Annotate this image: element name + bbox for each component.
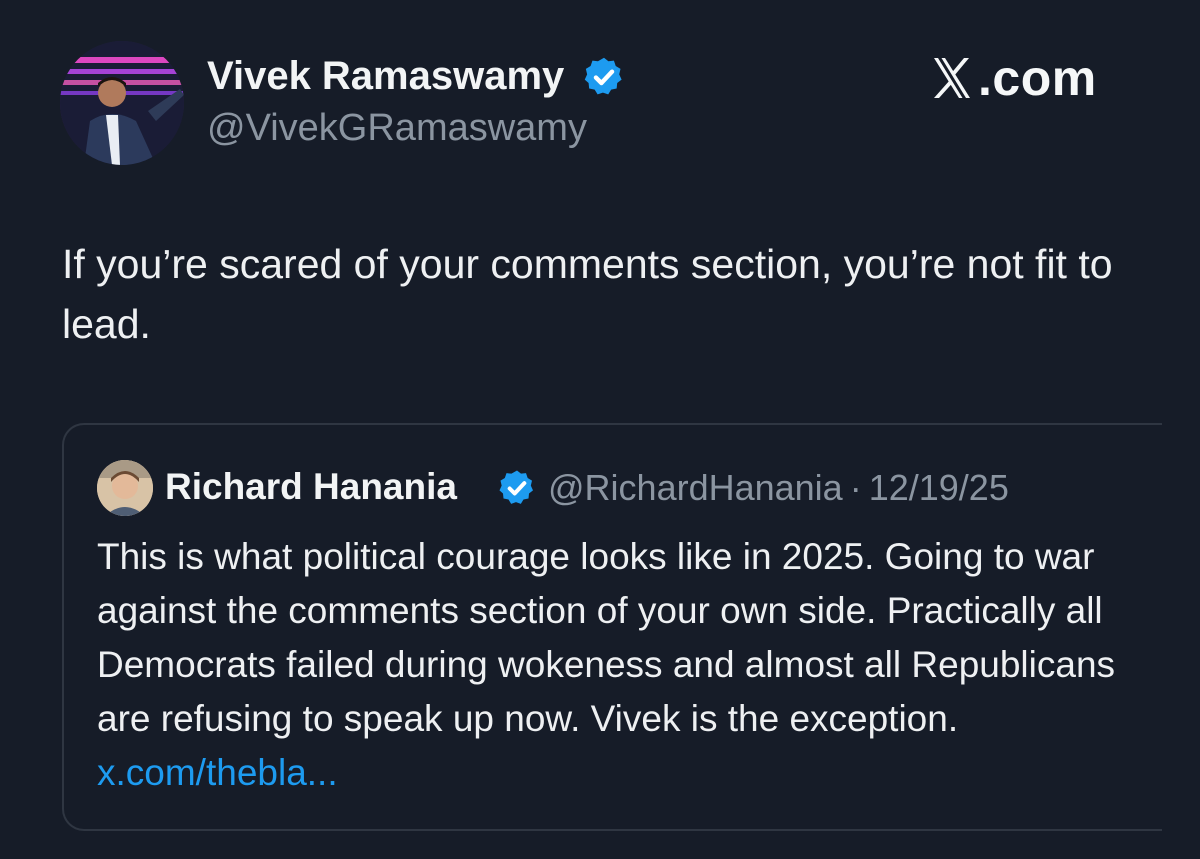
quoted-author-handle[interactable]: @RichardHanania [548,467,843,508]
quoted-avatar-image [97,460,153,516]
quoted-tweet-text: This is what political courage looks lik… [97,536,1116,739]
quoted-tweet-body: This is what political courage looks lik… [97,530,1137,800]
x-com-brand: .com [932,50,1097,106]
author-handle[interactable]: @VivekGRamaswamy [207,107,587,150]
meta-separator: · [849,467,862,508]
tweet-text: If you’re scared of your comments sectio… [62,241,1113,347]
quoted-tweet-meta: @RichardHanania · 12/19/25 [548,467,1009,509]
x-logo-icon [934,58,970,98]
quoted-author-avatar[interactable] [97,460,153,516]
avatar-image [60,41,184,165]
quoted-author-display-name[interactable]: Richard Hanania [165,466,457,508]
quoted-tweet-date[interactable]: 12/19/25 [869,467,1009,508]
quoted-tweet-link[interactable]: x.com/thebla... [97,752,338,793]
quoted-verified-badge-icon [499,470,533,504]
author-display-name[interactable]: Vivek Ramaswamy [207,54,564,99]
author-avatar[interactable] [60,41,184,165]
verified-badge-icon [584,57,622,95]
brand-text: .com [978,50,1097,106]
